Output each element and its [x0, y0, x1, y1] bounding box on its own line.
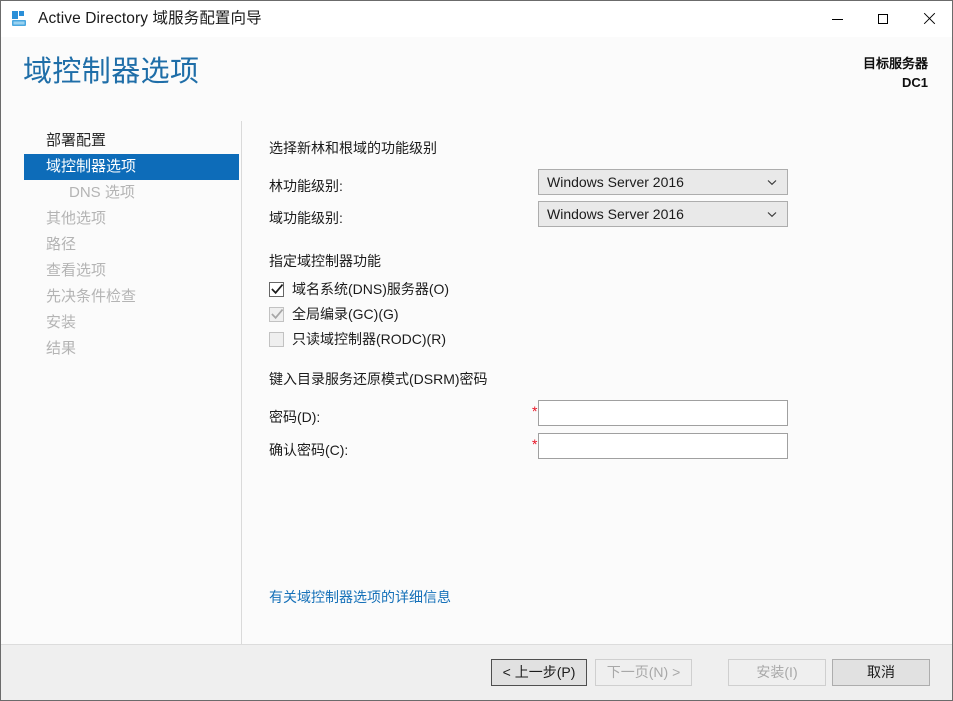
domain-functional-level-value: Windows Server 2016	[547, 206, 684, 222]
password-label: 密码(D):	[269, 409, 321, 425]
sidebar-item-results: 结果	[46, 340, 77, 357]
sidebar-item-prerequisites-check: 先决条件检查	[46, 288, 137, 305]
target-server-name: DC1	[901, 75, 928, 90]
domain-functional-level-label: 域功能级别:	[269, 210, 343, 226]
checkbox-label-rodc: 只读域控制器(RODC)(R)	[292, 331, 446, 347]
wizard-window: Active Directory 域服务配置向导 域控制器选项 目标服务器 DC…	[0, 0, 953, 701]
page-title: 域控制器选项	[23, 56, 200, 88]
check-icon	[271, 284, 284, 295]
close-button[interactable]	[906, 1, 952, 37]
checkbox-row-dns-server[interactable]: 域名系统(DNS)服务器(O)	[269, 282, 449, 297]
sidebar-item-additional-options: 其他选项	[46, 210, 107, 227]
maximize-button[interactable]	[860, 1, 906, 37]
page-header: 域控制器选项 目标服务器 DC1	[1, 37, 952, 121]
ad-server-icon	[10, 9, 30, 29]
minimize-icon	[831, 18, 843, 20]
sidebar-item-deployment-config[interactable]: 部署配置	[24, 128, 239, 154]
maximize-icon	[878, 14, 888, 24]
password-required-marker: *	[532, 403, 538, 419]
wizard-content: 选择新林和根域的功能级别 林功能级别: Windows Server 2016 …	[242, 121, 952, 644]
checkbox-dns-server[interactable]	[269, 282, 284, 297]
forest-functional-level-label: 林功能级别:	[269, 178, 343, 194]
close-icon	[923, 13, 935, 25]
check-icon	[271, 309, 284, 320]
wizard-body: 部署配置 域控制器选项 DNS 选项 其他选项 路径 查看选项 先决条件检查 安…	[1, 121, 952, 644]
title-bar: Active Directory 域服务配置向导	[1, 1, 952, 37]
checkbox-global-catalog	[269, 307, 284, 322]
target-server-caption: 目标服务器	[862, 56, 928, 71]
checkbox-rodc	[269, 332, 284, 347]
domain-functional-level-select[interactable]: Windows Server 2016	[538, 201, 788, 227]
confirm-password-input[interactable]	[538, 433, 788, 459]
checkbox-row-rodc: 只读域控制器(RODC)(R)	[269, 332, 446, 347]
cancel-button[interactable]: 取消	[832, 659, 930, 686]
checkbox-label-global-catalog: 全局编录(GC)(G)	[292, 306, 399, 322]
functional-level-heading: 选择新林和根域的功能级别	[269, 140, 437, 156]
checkbox-row-global-catalog: 全局编录(GC)(G)	[269, 307, 399, 322]
wizard-step-nav: 部署配置 域控制器选项 DNS 选项 其他选项 路径 查看选项 先决条件检查 安…	[1, 121, 242, 644]
wizard-footer: < 上一步(P) 下一页(N) > 安装(I) 取消	[1, 644, 952, 700]
dsrm-heading: 键入目录服务还原模式(DSRM)密码	[269, 371, 488, 387]
sidebar-item-review-options: 查看选项	[46, 262, 107, 279]
chevron-down-icon	[763, 211, 781, 218]
confirm-password-required-marker: *	[532, 436, 538, 452]
password-input[interactable]	[538, 400, 788, 426]
sidebar-item-dns-options: DNS 选项	[69, 184, 135, 201]
window-controls	[814, 1, 952, 37]
minimize-button[interactable]	[814, 1, 860, 37]
checkbox-label-dns-server: 域名系统(DNS)服务器(O)	[292, 281, 450, 297]
forest-functional-level-value: Windows Server 2016	[547, 174, 684, 190]
capabilities-heading: 指定域控制器功能	[269, 253, 381, 269]
install-button: 安装(I)	[728, 659, 826, 686]
sidebar-item-installation: 安装	[46, 314, 77, 331]
forest-functional-level-select[interactable]: Windows Server 2016	[538, 169, 788, 195]
sidebar-item-dc-options[interactable]: 域控制器选项	[24, 154, 239, 180]
next-button: 下一页(N) >	[595, 659, 692, 686]
sidebar-item-paths: 路径	[46, 236, 77, 253]
confirm-password-label: 确认密码(C):	[269, 442, 349, 458]
window-title: Active Directory 域服务配置向导	[38, 10, 262, 28]
target-server-block: 目标服务器 DC1	[863, 54, 928, 92]
more-info-link[interactable]: 有关域控制器选项的详细信息	[269, 587, 451, 607]
chevron-down-icon	[763, 179, 781, 186]
back-button[interactable]: < 上一步(P)	[491, 659, 587, 686]
